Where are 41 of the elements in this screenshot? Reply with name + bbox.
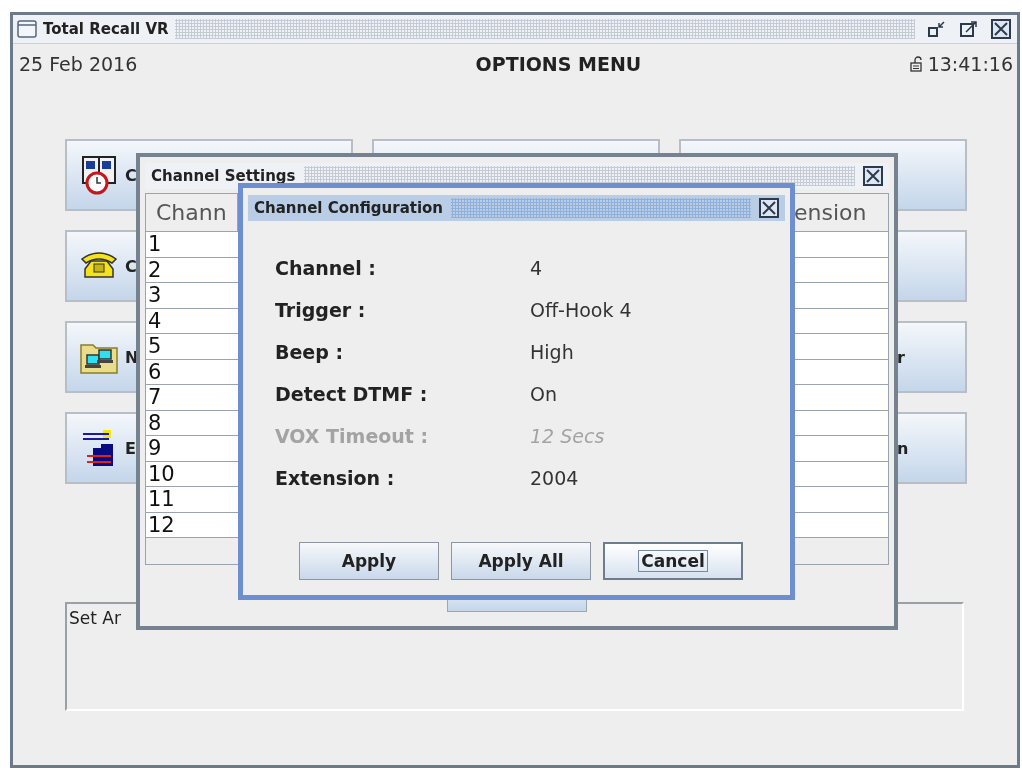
field-label: VOX Timeout : [275, 425, 430, 449]
field-label: Detect DTMF : [275, 383, 429, 407]
window-title: Total Recall VR [43, 20, 169, 38]
clock-time: 13:41:16 [927, 53, 1013, 75]
window-icon [17, 20, 37, 38]
status-text: Set Ar [69, 608, 121, 628]
table-cell-text: 8 [147, 411, 162, 434]
field-label: Extension : [275, 467, 396, 491]
table-cell-text: 5 [147, 335, 162, 358]
dialog-button[interactable]: Apply All [451, 542, 591, 580]
table-cell-text: 6 [147, 360, 162, 383]
date-label: 25 Feb 2016 [19, 53, 138, 75]
close-icon[interactable] [863, 166, 883, 186]
menu-title: OPTIONS MENU [475, 53, 642, 75]
field-label: Channel : [275, 257, 377, 281]
minimize-icon[interactable] [927, 19, 947, 39]
table-cell-text: 12 [147, 513, 175, 536]
field-value: 4 [530, 257, 544, 281]
field-value: High [530, 341, 575, 365]
table-cell-text: 4 [147, 309, 162, 332]
table-cell-text: 11 [147, 488, 175, 511]
field-value: Off-Hook 4 [530, 299, 633, 323]
field-value: 2004 [530, 467, 580, 491]
field-label: Beep : [275, 341, 345, 365]
table-cell-text: 2 [147, 258, 162, 281]
close-icon[interactable] [991, 19, 1011, 39]
dialog-title: Channel Configuration [254, 199, 444, 217]
table-cell-text: 3 [147, 284, 162, 307]
close-icon[interactable] [759, 198, 779, 218]
field-label: Trigger : [275, 299, 367, 323]
table-cell-text: 10 [147, 462, 175, 485]
table-cell-text: 7 [147, 386, 162, 409]
table-cell-text: 9 [147, 437, 162, 460]
dialog-button[interactable]: Cancel [603, 542, 743, 580]
field-value: On [530, 383, 558, 407]
calendar-clock-icon [79, 155, 119, 195]
maximize-icon[interactable] [959, 19, 979, 39]
dialog-button[interactable]: Apply [299, 542, 439, 580]
field-value: 12 Secs [530, 425, 606, 449]
dialog-title: Channel Settings [151, 167, 296, 185]
table-cell-text: 1 [147, 233, 162, 256]
